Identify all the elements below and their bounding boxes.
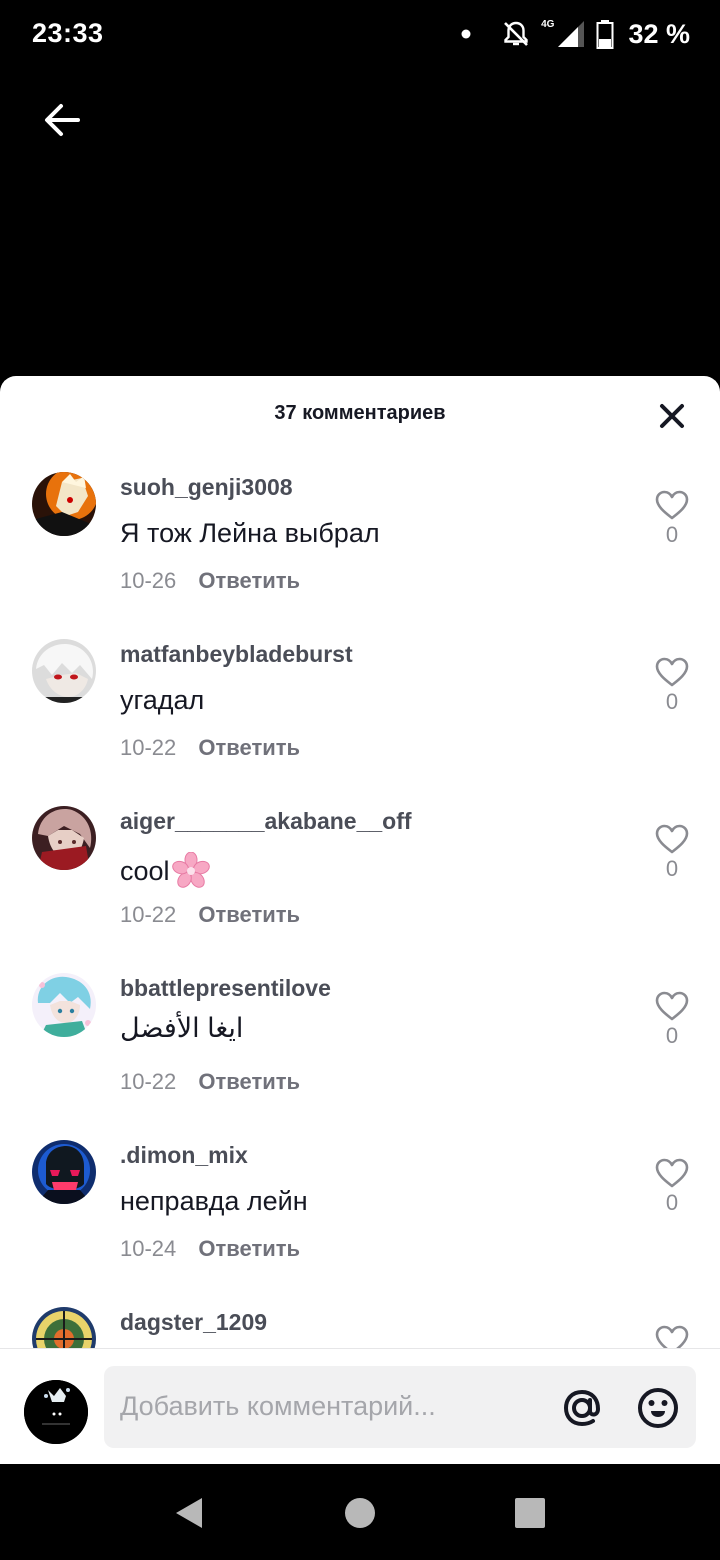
comments-count-title: 37 комментариев [274,402,446,424]
like-control: 0 [652,1158,692,1216]
square-recents-icon [515,1498,545,1528]
comment-text: угадал [120,685,205,715]
comment-input-placeholder[interactable]: Добавить комментарий... [120,1391,436,1422]
reply-button[interactable]: Ответить [198,735,300,760]
like-control: 0 [652,657,692,715]
sheet-header: 37 комментариев [0,376,720,452]
comment-username[interactable]: dagster_1209 [120,1309,267,1336]
comment-item: aiger_______akabane__off cool 10-22 Отве… [0,786,720,953]
comment-input[interactable]: Добавить комментарий... [104,1366,696,1448]
heart-icon[interactable] [655,824,689,854]
avatar[interactable] [32,1307,96,1348]
comment-date: 10-26 [120,568,177,593]
signal-icon [558,21,585,47]
comment-input-bar: Добавить комментарий... [0,1348,720,1464]
mention-button[interactable] [560,1386,604,1430]
like-control: 0 [652,490,692,548]
comment-username[interactable]: matfanbeybladeburst [120,641,353,668]
like-count: 0 [665,1023,679,1048]
status-icons: 4G 32 % [461,16,690,52]
emoji-icon [638,1388,678,1428]
like-control [652,1325,692,1348]
comment-meta: 10-22 Ответить [120,1069,300,1095]
status-bar: 23:33 4G 32 % [0,0,720,70]
comment-text: Я тож Лейна выбрал [120,518,380,548]
reply-button[interactable]: Ответить [198,1236,300,1261]
comment-text: cool [120,852,210,890]
like-count: 0 [665,689,679,714]
comment-username[interactable]: .dimon_mix [120,1142,248,1169]
battery-percent: 32 % [628,18,690,49]
notification-dot-icon [461,29,471,39]
reply-button[interactable]: Ответить [198,1069,300,1094]
comments-list[interactable]: suoh_genji3008 Я тож Лейна выбрал 10-26 … [0,452,720,1348]
reply-button[interactable]: Ответить [198,568,300,593]
like-control: 0 [652,991,692,1049]
comment-item: dagster_1209 [0,1287,720,1348]
heart-icon[interactable] [655,1158,689,1188]
comment-username[interactable]: bbattlepresentilove [120,975,331,1002]
bell-off-icon [504,21,529,46]
network-type: 4G [541,19,555,30]
comment-text: неправда лейн [120,1186,308,1216]
comment-date: 10-22 [120,1069,177,1094]
comment-item: .dimon_mix неправда лейн 10-24 Ответить … [0,1120,720,1287]
comment-meta: 10-22 Ответить [120,735,300,761]
triangle-back-icon [176,1498,202,1528]
heart-icon[interactable] [655,657,689,687]
nav-home-button[interactable] [343,1496,377,1530]
heart-icon[interactable] [655,1325,689,1348]
comment-date: 10-22 [120,735,177,760]
like-control: 0 [652,824,692,882]
nav-back-button[interactable] [172,1496,206,1530]
system-nav-bar [0,1464,720,1560]
avatar[interactable] [32,1140,96,1204]
comment-date: 10-22 [120,902,177,927]
reply-button[interactable]: Ответить [198,902,300,927]
back-button[interactable] [36,94,88,146]
close-button[interactable] [658,402,686,430]
comment-text-content: cool [120,855,170,886]
comment-username[interactable]: aiger_______akabane__off [120,808,412,835]
comment-date: 10-24 [120,1236,177,1261]
comment-item: bbattlepresentilove ايغا الأفضل 10-22 От… [0,953,720,1120]
comment-item: matfanbeybladeburst угадал 10-22 Ответит… [0,619,720,786]
comment-item: suoh_genji3008 Я тож Лейна выбрал 10-26 … [0,452,720,619]
comments-sheet: 37 комментариев suoh_genji3008 Я тож Лей [0,376,720,1464]
cherry-blossom-icon [171,852,210,888]
comment-meta: 10-24 Ответить [120,1236,300,1262]
status-time: 23:33 [32,18,104,48]
battery-icon [596,20,614,49]
avatar[interactable] [32,472,96,536]
close-icon [660,404,684,428]
comment-meta: 10-26 Ответить [120,568,300,594]
my-avatar[interactable] [24,1380,88,1444]
like-count: 0 [665,1190,679,1215]
comment-meta: 10-22 Ответить [120,902,300,928]
comment-text: ايغا الأفضل [120,1013,244,1043]
comment-username[interactable]: suoh_genji3008 [120,474,293,501]
heart-icon[interactable] [655,490,689,520]
avatar[interactable] [32,973,96,1037]
heart-icon[interactable] [655,991,689,1021]
emoji-button[interactable] [636,1386,680,1430]
at-sign-icon [563,1389,601,1427]
circle-home-icon [345,1498,375,1528]
avatar[interactable] [32,806,96,870]
avatar[interactable] [32,639,96,703]
nav-recents-button[interactable] [513,1496,547,1530]
arrow-left-icon [45,104,80,136]
like-count: 0 [665,856,679,881]
like-count: 0 [665,522,679,547]
